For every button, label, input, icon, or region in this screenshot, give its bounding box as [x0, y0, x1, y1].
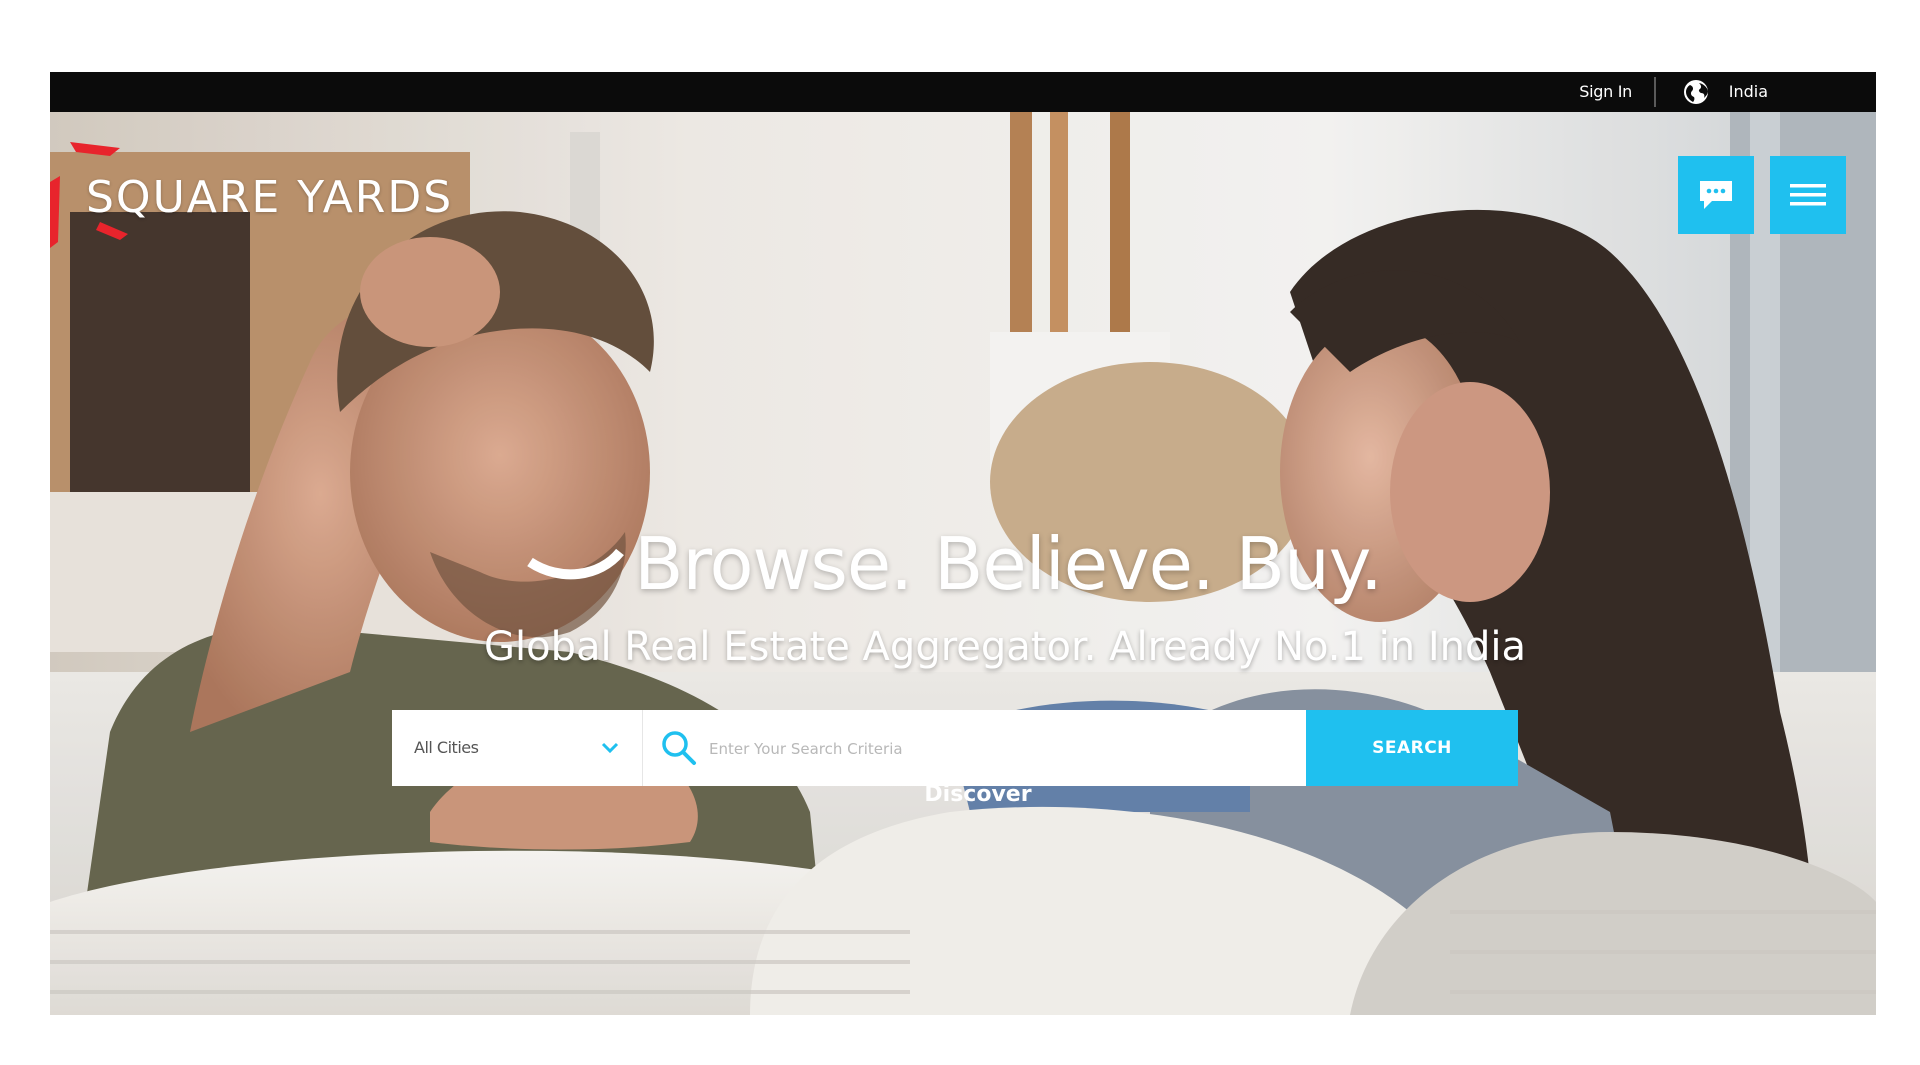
chat-icon	[1700, 181, 1732, 209]
search-icon	[662, 731, 696, 765]
country-selector[interactable]: India	[1729, 72, 1768, 112]
search-button[interactable]: SEARCH	[1306, 710, 1518, 786]
search-field-wrapper	[643, 710, 1306, 786]
hamburger-menu-icon	[1790, 184, 1826, 206]
top-utility-bar: Sign In India	[50, 72, 1876, 112]
hero-banner: SQUARE YARDS Browse. Believe. Buy. Globa…	[50, 112, 1876, 1015]
topbar-divider	[1654, 77, 1656, 107]
page-frame: Sign In India SQUARE YARDS Browse. Belie…	[50, 72, 1876, 1015]
city-dropdown-value: All Cities	[414, 738, 479, 757]
hero-subheadline: Global Real Estate Aggregator. Already N…	[483, 624, 1526, 670]
hero-headline: Browse. Believe. Buy.	[634, 522, 1383, 606]
globe-icon[interactable]	[1682, 78, 1710, 106]
chevron-down-icon	[601, 742, 619, 754]
city-dropdown[interactable]: All Cities	[392, 710, 643, 786]
brand-logo[interactable]: SQUARE YARDS	[86, 172, 453, 223]
search-bar: All Cities SEARCH	[392, 710, 1518, 786]
search-input[interactable]	[707, 728, 1251, 770]
sign-in-link[interactable]: Sign In	[1579, 72, 1632, 112]
chat-button[interactable]	[1678, 156, 1754, 234]
menu-button[interactable]	[1770, 156, 1846, 234]
